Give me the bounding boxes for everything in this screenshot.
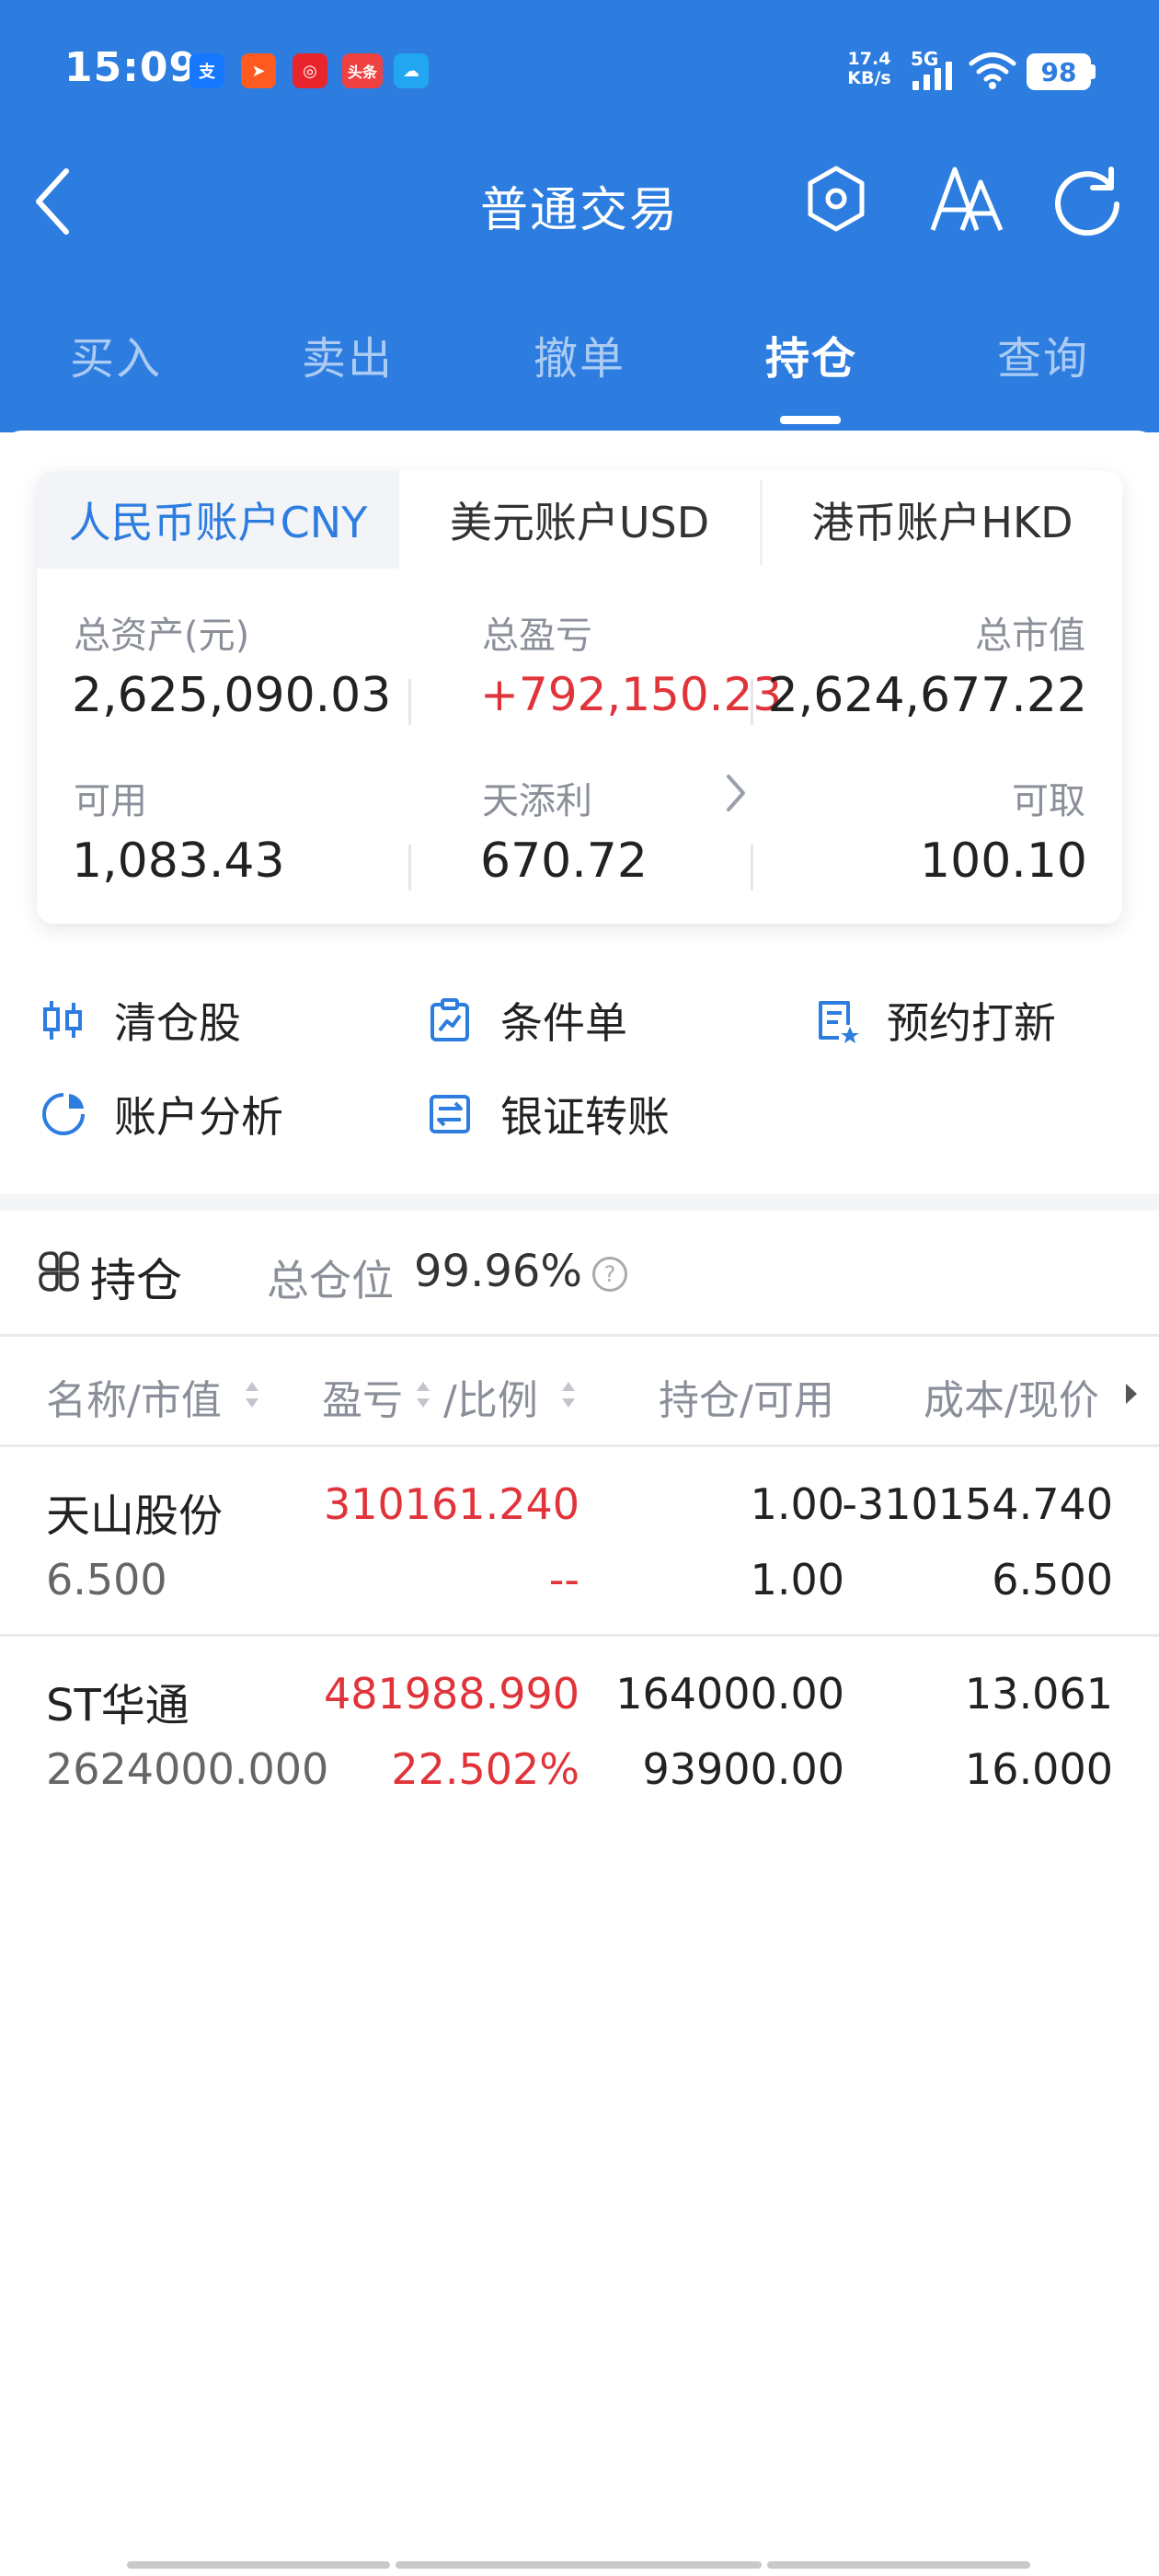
condition-order-action[interactable]: 条件单	[427, 990, 627, 1051]
col-cost-price[interactable]: 成本/现价	[924, 1367, 1099, 1426]
refresh-icon[interactable]	[1050, 164, 1124, 237]
tiantianli-value: 670.72	[480, 834, 648, 889]
bank-transfer-label: 银证转账	[500, 1092, 670, 1142]
stock-position: 164000.00	[615, 1669, 844, 1719]
col-name-value[interactable]: 名称/市值	[46, 1367, 222, 1426]
help-icon[interactable]: ?	[592, 1257, 627, 1292]
account-analysis-action[interactable]: 账户分析	[40, 1084, 283, 1144]
sort-icon[interactable]	[559, 1376, 578, 1413]
account-card: 人民币账户CNY 美元账户USD 港币账户HKD 总资产(元) 2,625,09…	[37, 471, 1122, 924]
stock-pl-ratio: --	[548, 1555, 580, 1604]
stock-available: 93900.00	[642, 1744, 845, 1794]
bank-transfer-action[interactable]: 银证转账	[427, 1084, 670, 1144]
condition-order-icon	[430, 998, 469, 1041]
tab-buy[interactable]: 买入	[24, 322, 208, 386]
stock-available: 1.00	[750, 1555, 844, 1604]
stock-name: 天山股份	[46, 1490, 224, 1542]
clear-stock-icon	[43, 1001, 82, 1040]
market-value-label: 总市值	[975, 615, 1085, 657]
stock-pl: 481988.990	[323, 1669, 580, 1719]
alipay-icon: 支	[189, 53, 224, 88]
col-profit-loss[interactable]: 盈亏	[322, 1367, 403, 1426]
divider	[0, 1334, 1159, 1337]
arrow-app-icon: ➤	[241, 53, 276, 88]
col-ratio[interactable]: /比例	[443, 1367, 538, 1426]
clear-stock-label: 清仓股	[114, 998, 241, 1048]
withdrawable-label: 可取	[1012, 780, 1085, 822]
ipo-reserve-label: 预约打新	[887, 998, 1056, 1048]
stock-cost: 13.061	[965, 1669, 1113, 1719]
stock-position: 1.00	[750, 1479, 844, 1529]
status-time: 15:09	[64, 44, 199, 91]
net-speed-value: 17.4	[847, 49, 891, 69]
total-assets-label: 总资产(元)	[74, 615, 250, 657]
market-value-value: 2,624,677.22	[767, 668, 1087, 723]
holdings-title: 持仓	[90, 1254, 182, 1307]
account-tab-usd[interactable]: 美元账户USD	[399, 471, 760, 569]
condition-order-label: 条件单	[500, 998, 627, 1048]
account-tab-cny[interactable]: 人民币账户CNY	[37, 471, 399, 569]
net-speed: 17.4 KB/s	[844, 50, 894, 88]
caret-right-icon[interactable]	[1122, 1380, 1141, 1408]
battery-tip	[1091, 64, 1096, 79]
stock-price: 16.000	[965, 1744, 1113, 1794]
stock-name: ST华通	[46, 1680, 189, 1731]
tab-query[interactable]: 查询	[951, 322, 1135, 386]
tab-holdings[interactable]: 持仓	[719, 322, 903, 386]
account-analysis-icon	[42, 1093, 85, 1135]
font-size-icon[interactable]	[927, 162, 1006, 236]
chevron-right-icon[interactable]	[723, 771, 749, 815]
account-analysis-label: 账户分析	[114, 1092, 283, 1142]
battery-indicator: 98	[1027, 53, 1091, 90]
total-pl-value: +792,150.23	[480, 668, 783, 721]
available-label: 可用	[74, 780, 147, 822]
tab-cancel[interactable]: 撤单	[488, 322, 671, 386]
stock-market-value: 2624000.000	[46, 1744, 329, 1794]
sort-icon[interactable]	[414, 1376, 432, 1413]
value-divider	[751, 679, 753, 725]
account-tab-hkd[interactable]: 港币账户HKD	[763, 471, 1122, 569]
settings-hexagon-icon[interactable]	[804, 164, 868, 234]
tiantianli-label[interactable]: 天添利	[482, 771, 592, 824]
stock-cost: -310154.740	[842, 1479, 1113, 1529]
signal-icon	[912, 62, 952, 90]
stock-pl: 310161.240	[323, 1479, 580, 1529]
col-position-available: 持仓/可用	[659, 1377, 834, 1424]
total-pl-label: 总盈亏	[482, 615, 592, 657]
toutiao-icon: 头条	[342, 53, 383, 88]
value-divider	[408, 845, 411, 891]
stock-market-value: 6.500	[46, 1555, 167, 1604]
red-app-icon: ◎	[293, 53, 327, 88]
tab-indicator	[780, 416, 841, 424]
net-speed-unit: KB/s	[847, 68, 891, 88]
clear-stock-action[interactable]: 清仓股	[40, 990, 241, 1051]
wifi-icon	[969, 52, 1016, 89]
total-assets-value: 2,625,090.03	[72, 668, 392, 723]
ipo-reserve-icon	[819, 1001, 859, 1043]
stock-price: 6.500	[992, 1555, 1113, 1604]
tab-sell[interactable]: 卖出	[256, 322, 440, 386]
total-position-label: 总仓位	[267, 1256, 394, 1305]
available-value: 1,083.43	[72, 834, 285, 889]
value-divider	[408, 679, 411, 725]
sort-icon[interactable]	[243, 1376, 261, 1413]
stock-pl-ratio: 22.502%	[391, 1744, 580, 1794]
home-indicator	[767, 2561, 1030, 2569]
section-gap	[0, 1194, 1159, 1211]
bank-transfer-icon	[430, 1095, 470, 1133]
total-position-value: 99.96%	[414, 1246, 583, 1297]
cloud-app-icon: ☁	[394, 53, 429, 88]
withdrawable-value: 100.10	[920, 834, 1087, 889]
home-indicator	[396, 2561, 762, 2569]
holdings-grid-icon	[39, 1251, 79, 1292]
value-divider	[751, 845, 753, 891]
home-indicator	[127, 2561, 390, 2569]
ipo-reserve-action[interactable]: 预约打新	[813, 990, 1056, 1051]
